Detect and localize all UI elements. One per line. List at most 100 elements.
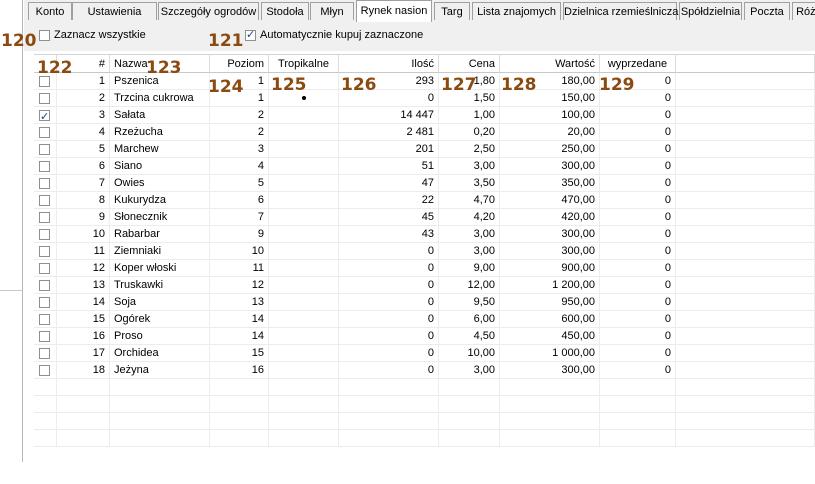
table-cell: 47 bbox=[339, 175, 439, 192]
table-cell bbox=[339, 430, 439, 447]
select-all-checkbox[interactable] bbox=[39, 30, 50, 41]
table-cell: 0 bbox=[600, 362, 676, 379]
table-cell: 15 bbox=[57, 311, 110, 328]
table-cell: 20,00 bbox=[500, 124, 600, 141]
tab-2[interactable]: Ustawienia bbox=[72, 2, 157, 20]
row-select-checkbox[interactable] bbox=[39, 161, 50, 172]
table-cell: 0 bbox=[600, 107, 676, 124]
table-cell: 3,00 bbox=[439, 243, 500, 260]
table-cell: 3,00 bbox=[439, 158, 500, 175]
table-cell: 2 481 bbox=[339, 124, 439, 141]
auto-buy-label[interactable]: Automatycznie kupuj zaznaczone bbox=[260, 29, 423, 41]
table-row[interactable]: 18 Jeżyna 16 0 3,00 300,00 0 bbox=[34, 362, 815, 379]
table-cell bbox=[34, 345, 57, 362]
table-row[interactable]: 9 Słonecznik 7 45 4,20 420,00 0 bbox=[34, 209, 815, 226]
table-row[interactable]: 5 Marchew 3 201 2,50 250,00 0 bbox=[34, 141, 815, 158]
table-row[interactable]: 11 Ziemniaki 10 0 3,00 300,00 0 bbox=[34, 243, 815, 260]
table-row[interactable]: 8 Kukurydza 6 22 4,70 470,00 0 bbox=[34, 192, 815, 209]
table-cell: 0 bbox=[600, 328, 676, 345]
table-cell bbox=[439, 430, 500, 447]
row-select-checkbox[interactable] bbox=[39, 144, 50, 155]
table-cell bbox=[34, 396, 57, 413]
table-cell: 600,00 bbox=[500, 311, 600, 328]
table-cell: 0 bbox=[339, 277, 439, 294]
table-cell: 300,00 bbox=[500, 362, 600, 379]
tab-12[interactable]: Różne bbox=[792, 2, 815, 20]
table-row[interactable]: 4 Rzeżucha 2 2 481 0,20 20,00 0 bbox=[34, 124, 815, 141]
row-select-checkbox[interactable] bbox=[39, 212, 50, 223]
row-select-checkbox[interactable] bbox=[39, 297, 50, 308]
table-row[interactable]: 15 Ogórek 14 0 6,00 600,00 0 bbox=[34, 311, 815, 328]
tab-9[interactable]: Dzielnica rzemieślnicza bbox=[563, 2, 678, 20]
table-cell: 45 bbox=[339, 209, 439, 226]
value-column-header[interactable]: Wartość bbox=[500, 55, 600, 73]
table-cell: 0 bbox=[600, 311, 676, 328]
table-row[interactable]: 6 Siano 4 51 3,00 300,00 0 bbox=[34, 158, 815, 175]
table-row[interactable]: 14 Soja 13 0 9,50 950,00 0 bbox=[34, 294, 815, 311]
row-select-checkbox[interactable] bbox=[39, 108, 50, 123]
table-cell bbox=[269, 430, 339, 447]
tab-3[interactable]: Szczegóły ogrodów bbox=[158, 2, 259, 20]
row-select-checkbox[interactable] bbox=[39, 314, 50, 325]
table-cell: 6,00 bbox=[439, 311, 500, 328]
tab-5[interactable]: Młyn bbox=[310, 2, 354, 20]
price-column-header[interactable]: Cena bbox=[439, 55, 500, 73]
row-select-checkbox[interactable] bbox=[39, 127, 50, 138]
select-all-label[interactable]: Zaznacz wszystkie bbox=[54, 29, 146, 41]
row-select-checkbox[interactable] bbox=[39, 246, 50, 257]
table-row bbox=[34, 396, 815, 413]
table-cell: 0 bbox=[600, 345, 676, 362]
row-select-checkbox[interactable] bbox=[39, 229, 50, 240]
table-cell: 2 bbox=[210, 107, 269, 124]
table-cell bbox=[34, 294, 57, 311]
row-select-checkbox[interactable] bbox=[39, 348, 50, 359]
table-cell bbox=[210, 396, 269, 413]
table-row[interactable]: 12 Koper włoski 11 0 9,00 900,00 0 bbox=[34, 260, 815, 277]
tab-11[interactable]: Poczta bbox=[744, 2, 790, 20]
table-cell bbox=[676, 192, 815, 209]
table-cell: 201 bbox=[339, 141, 439, 158]
table-row[interactable]: 3Sałata2 14 4471,00100,000 bbox=[34, 107, 815, 124]
row-select-checkbox[interactable] bbox=[39, 195, 50, 206]
table-cell bbox=[210, 430, 269, 447]
table-row[interactable]: 2 Trzcina cukrowa 1 0 1,50 150,00 0 bbox=[34, 90, 815, 107]
tab-4[interactable]: Stodoła bbox=[261, 2, 309, 20]
sold-column-header[interactable]: wyprzedane bbox=[600, 55, 676, 73]
table-cell: 0 bbox=[339, 260, 439, 277]
table-cell: 4 bbox=[210, 158, 269, 175]
table-cell: 10 bbox=[210, 243, 269, 260]
annotation-label: 125 bbox=[271, 75, 307, 95]
table-cell bbox=[269, 209, 339, 226]
table-cell bbox=[676, 328, 815, 345]
table-row[interactable]: 16 Proso 14 0 4,50 450,00 0 bbox=[34, 328, 815, 345]
tab-8[interactable]: Lista znajomych bbox=[472, 2, 561, 20]
row-select-checkbox[interactable] bbox=[39, 178, 50, 189]
table-cell bbox=[269, 107, 339, 124]
level-column-header[interactable]: Poziom bbox=[210, 55, 269, 73]
table-row[interactable]: 13 Truskawki 12 0 12,00 1 200,00 0 bbox=[34, 277, 815, 294]
table-row[interactable]: 7 Owies 5 47 3,50 350,00 0 bbox=[34, 175, 815, 192]
table-cell bbox=[439, 413, 500, 430]
table-cell bbox=[339, 379, 439, 396]
table-cell bbox=[600, 413, 676, 430]
row-select-checkbox[interactable] bbox=[39, 280, 50, 291]
row-select-checkbox[interactable] bbox=[39, 365, 50, 376]
row-select-checkbox[interactable] bbox=[39, 331, 50, 342]
table-cell bbox=[500, 430, 600, 447]
table-cell: 2,50 bbox=[439, 141, 500, 158]
table-cell bbox=[269, 226, 339, 243]
tab-10[interactable]: Spółdzielnia bbox=[679, 2, 742, 20]
tab-1[interactable]: Konto bbox=[28, 2, 72, 20]
auto-buy-checkbox[interactable] bbox=[245, 28, 256, 41]
table-row[interactable]: 17 Orchidea 15 0 10,00 1 000,00 0 bbox=[34, 345, 815, 362]
row-select-checkbox[interactable] bbox=[39, 93, 50, 104]
tropical-dot-icon bbox=[301, 96, 306, 101]
tropical-column-header[interactable]: Tropikalne bbox=[269, 55, 339, 73]
row-select-checkbox[interactable] bbox=[39, 263, 50, 274]
tab-6[interactable]: Rynek nasion bbox=[356, 0, 432, 22]
table-cell bbox=[34, 311, 57, 328]
table-cell: 10 bbox=[57, 226, 110, 243]
tab-7[interactable]: Targ bbox=[434, 2, 470, 20]
quantity-column-header[interactable]: Ilość bbox=[339, 55, 439, 73]
table-row[interactable]: 10 Rabarbar 9 43 3,00 300,00 0 bbox=[34, 226, 815, 243]
